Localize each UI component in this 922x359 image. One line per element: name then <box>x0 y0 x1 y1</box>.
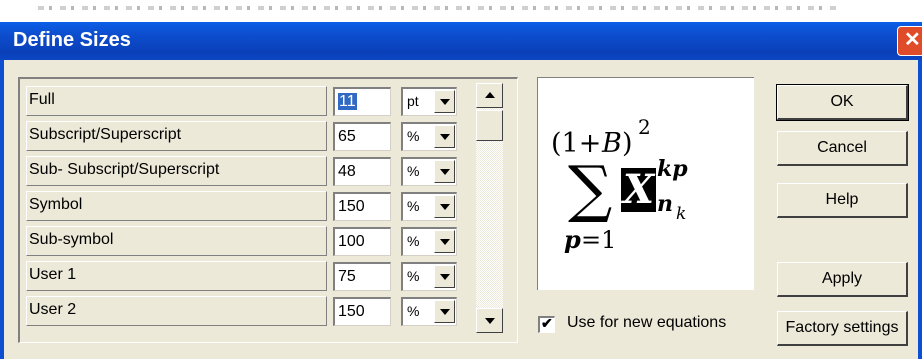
size-label: User 2 <box>26 296 327 326</box>
ok-button[interactable]: OK <box>776 84 909 121</box>
window-frame-left <box>0 60 4 359</box>
size-row-user-1: User 1 75 % <box>26 259 496 293</box>
size-label: Full <box>26 86 327 116</box>
unit-select[interactable]: % <box>401 192 457 221</box>
size-value-input[interactable]: 75 <box>333 262 391 291</box>
equation-preview: (1+ B ) 2 ∑ X kp n k p =1 <box>537 77 754 290</box>
chevron-down-icon[interactable] <box>434 90 455 113</box>
preview-exponent: 2 <box>638 115 651 139</box>
sigma-icon: ∑ <box>568 152 613 225</box>
unit-select[interactable]: % <box>401 157 457 186</box>
size-label: Sub- Subscript/Superscript <box>26 156 327 186</box>
help-button[interactable]: Help <box>777 183 908 218</box>
chevron-down-icon[interactable] <box>434 300 455 323</box>
close-button[interactable]: ✕ <box>897 26 922 56</box>
size-value-input[interactable]: 100 <box>333 227 391 256</box>
preview-n: n <box>657 191 673 217</box>
window-frame-right <box>918 60 922 359</box>
check-icon: ✔ <box>541 315 553 331</box>
size-value-input[interactable]: 150 <box>333 297 391 326</box>
size-row-user-2: User 2 150 % <box>26 294 496 328</box>
unit-select[interactable]: % <box>401 297 457 326</box>
size-label: Sub-symbol <box>26 226 327 256</box>
window-title: Define Sizes <box>13 29 131 51</box>
size-row-full: Full 11 pt <box>26 84 496 118</box>
chevron-down-icon[interactable] <box>434 195 455 218</box>
scroll-down-icon[interactable] <box>476 308 503 333</box>
size-value-input[interactable]: 65 <box>333 122 391 151</box>
size-value-input[interactable]: 150 <box>333 192 391 221</box>
size-label: Subscript/Superscript <box>26 121 327 151</box>
size-row-sub-symbol: Sub-symbol 100 % <box>26 224 496 258</box>
chevron-down-icon[interactable] <box>434 265 455 288</box>
scroll-thumb[interactable] <box>476 110 503 141</box>
use-for-new-equations-checkbox[interactable]: ✔ <box>538 315 555 333</box>
preview-p: p <box>564 225 581 254</box>
factory-settings-button[interactable]: Factory settings <box>777 311 908 346</box>
size-value-input[interactable]: 11 <box>333 87 391 116</box>
chevron-down-icon[interactable] <box>434 125 455 148</box>
unit-select[interactable]: % <box>401 262 457 291</box>
background-window-strip <box>0 0 922 22</box>
title-bar[interactable]: Define Sizes ✕ <box>0 22 922 60</box>
unit-select[interactable]: % <box>401 122 457 151</box>
size-value-input[interactable]: 48 <box>333 157 391 186</box>
cancel-button[interactable]: Cancel <box>777 131 908 166</box>
chevron-down-icon[interactable] <box>434 160 455 183</box>
apply-button[interactable]: Apply <box>777 262 908 297</box>
size-row-symbol: Symbol 150 % <box>26 189 496 223</box>
unit-select[interactable]: % <box>401 227 457 256</box>
size-label: User 1 <box>26 261 327 291</box>
close-icon: ✕ <box>904 29 921 51</box>
chevron-down-icon[interactable] <box>434 230 455 253</box>
list-scrollbar[interactable] <box>476 83 503 333</box>
size-row-subscript: Subscript/Superscript 65 % <box>26 119 496 153</box>
scroll-up-icon[interactable] <box>476 83 503 108</box>
preview-x: X <box>621 166 656 213</box>
preview-k: k <box>676 204 687 224</box>
size-row-sub-subscript: Sub- Subscript/Superscript 48 % <box>26 154 496 188</box>
size-label: Symbol <box>26 191 327 221</box>
preview-kp: kp <box>657 156 688 182</box>
sizes-list: Full 11 pt Subscript/Superscript 65 % Su… <box>18 77 518 343</box>
unit-select[interactable]: pt <box>401 87 457 116</box>
preview-close-paren: ) <box>622 128 633 159</box>
use-for-new-equations-label[interactable]: Use for new equations <box>567 314 726 332</box>
preview-eq1: =1 <box>581 226 617 254</box>
